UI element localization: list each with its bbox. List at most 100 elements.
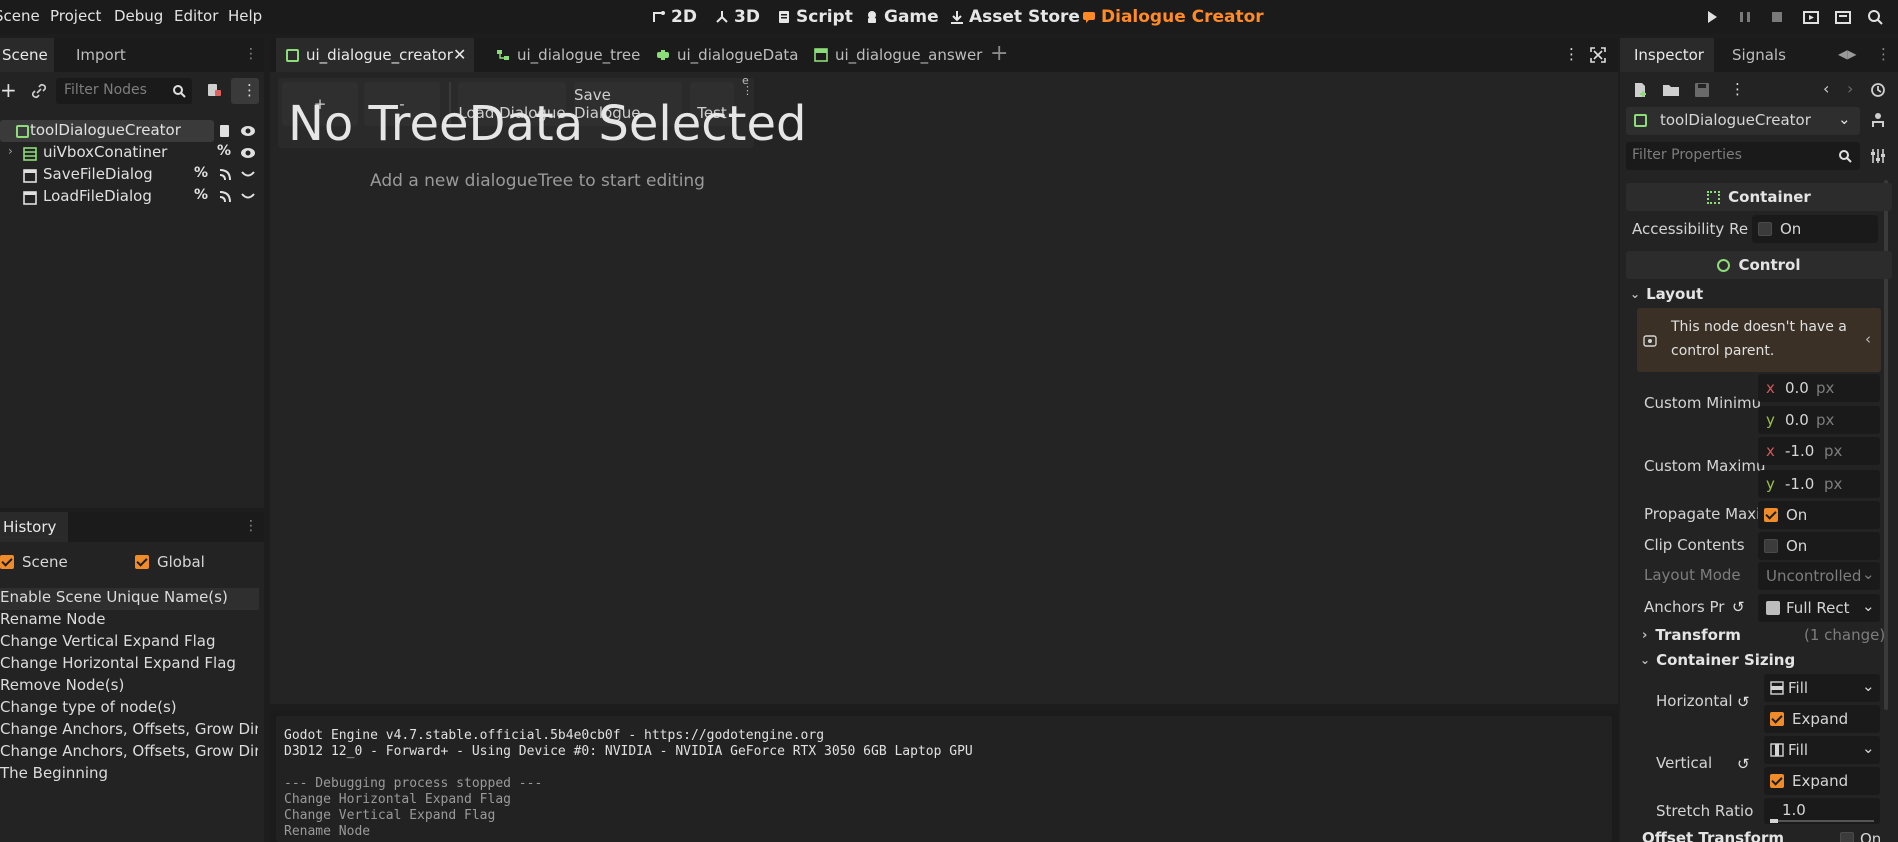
dock-menu-icon[interactable]: ⋮ bbox=[244, 46, 258, 62]
filter-nodes-input[interactable]: Filter Nodes bbox=[56, 78, 192, 104]
menu-scene[interactable]: Scene bbox=[0, 7, 40, 25]
history-item[interactable]: Change Anchors, Offsets, Grow Direc... bbox=[0, 720, 258, 742]
layout-mode-select[interactable]: Uncontrolled ⌄ bbox=[1758, 562, 1880, 590]
unique-name-icon[interactable]: % bbox=[194, 187, 208, 203]
tab-import[interactable]: Import bbox=[76, 38, 126, 72]
tab-scene[interactable]: Scene bbox=[0, 38, 54, 72]
history-scene-checkbox[interactable]: Scene bbox=[0, 553, 80, 571]
history-item[interactable]: Remove Node(s) bbox=[0, 676, 258, 698]
horizontal-expand-toggle[interactable]: Expand bbox=[1764, 705, 1880, 733]
offset-transform-toggle[interactable]: On bbox=[1840, 830, 1881, 842]
tab-options-icon[interactable]: ⋮ bbox=[1564, 45, 1579, 63]
custom-maximum-x-field[interactable]: x -1.0 px bbox=[1758, 437, 1880, 465]
tree-node-save-dialog[interactable]: SaveFileDialog bbox=[0, 164, 214, 186]
history-item[interactable]: Change Vertical Expand Flag bbox=[0, 632, 258, 654]
signal-icon[interactable] bbox=[218, 190, 232, 204]
dock-menu-icon[interactable]: ⋮ bbox=[244, 518, 258, 534]
menu-project[interactable]: Project bbox=[50, 7, 101, 25]
attach-script-icon[interactable] bbox=[206, 82, 222, 98]
transform-group-header[interactable]: › Transform bbox=[1642, 626, 1741, 644]
history-back-icon[interactable]: ‹ bbox=[1823, 79, 1829, 98]
propagate-maximum-toggle[interactable]: On bbox=[1758, 501, 1880, 529]
dock-move-icon[interactable]: ◀▶ bbox=[1838, 47, 1856, 61]
history-item[interactable]: Change Horizontal Expand Flag bbox=[0, 654, 258, 676]
filter-properties-input[interactable]: Filter Properties bbox=[1626, 142, 1860, 170]
expand-arrow-icon[interactable]: › bbox=[8, 144, 13, 158]
add-tab-icon[interactable]: + bbox=[990, 41, 1008, 66]
tab-inspector[interactable]: Inspector bbox=[1620, 38, 1714, 72]
custom-minimum-x-field[interactable]: x 0.0 px bbox=[1758, 374, 1880, 402]
open-folder-icon[interactable] bbox=[1662, 82, 1680, 98]
history-item[interactable]: Rename Node bbox=[0, 610, 258, 632]
unique-name-icon[interactable]: % bbox=[194, 165, 208, 181]
slider-grabber[interactable] bbox=[1770, 819, 1778, 823]
fullscreen-icon[interactable] bbox=[1590, 47, 1606, 63]
visibility-eye-icon[interactable] bbox=[240, 146, 256, 160]
toolbar-overflow-icon[interactable]: e ⋮ bbox=[742, 75, 753, 96]
add-node-icon[interactable]: + bbox=[0, 78, 17, 102]
visibility-closed-icon[interactable] bbox=[241, 170, 255, 180]
reset-icon[interactable]: ↺ bbox=[1737, 755, 1750, 773]
control-section-header[interactable]: Control bbox=[1626, 251, 1892, 279]
custom-minimum-y-field[interactable]: y 0.0 px bbox=[1758, 406, 1880, 434]
history-item[interactable]: Change type of node(s) bbox=[0, 698, 258, 720]
new-resource-icon[interactable] bbox=[1632, 82, 1648, 98]
node-hierarchy-icon[interactable] bbox=[1870, 112, 1886, 128]
collapse-warning-icon[interactable]: ‹ bbox=[1865, 330, 1871, 348]
accessibility-toggle[interactable]: On bbox=[1752, 215, 1878, 243]
object-history-icon[interactable] bbox=[1870, 82, 1886, 98]
workspace-dialogue-creator-button[interactable]: Dialogue Creator bbox=[1082, 6, 1264, 28]
editor-tab-dialogue-data[interactable]: ui_dialogueData bbox=[656, 38, 798, 72]
menu-help[interactable]: Help bbox=[228, 7, 262, 25]
horizontal-fill-select[interactable]: Fill ⌄ bbox=[1764, 674, 1880, 702]
workspace-script-button[interactable]: Script bbox=[777, 6, 853, 28]
workspace-2d-button[interactable]: 2D bbox=[652, 6, 697, 28]
tree-node-root[interactable]: toolDialogueCreator bbox=[0, 120, 214, 142]
scene-options-button[interactable]: ⋮ bbox=[231, 78, 259, 104]
editor-tab-dialogue-creator[interactable]: ui_dialogue_creator ✕ bbox=[276, 38, 474, 72]
tab-history[interactable]: History bbox=[0, 512, 68, 542]
tab-signals[interactable]: Signals bbox=[1732, 38, 1786, 72]
save-icon[interactable] bbox=[1694, 82, 1710, 98]
history-item[interactable]: Change Anchors, Offsets, Grow Direc... bbox=[0, 742, 258, 764]
script-icon[interactable] bbox=[218, 124, 232, 138]
stop-icon[interactable] bbox=[1768, 8, 1786, 26]
inspected-node-selector[interactable]: toolDialogueCreator ⌄ bbox=[1626, 107, 1860, 135]
vertical-fill-select[interactable]: Fill ⌄ bbox=[1764, 736, 1880, 764]
resource-options-icon[interactable]: ⋮ bbox=[1730, 80, 1745, 98]
reset-icon[interactable]: ↺ bbox=[1732, 598, 1745, 616]
history-forward-icon[interactable]: › bbox=[1847, 79, 1853, 98]
close-icon[interactable]: ✕ bbox=[453, 45, 466, 64]
visibility-eye-icon[interactable] bbox=[240, 124, 256, 138]
play-icon[interactable] bbox=[1703, 8, 1721, 26]
menu-debug[interactable]: Debug bbox=[114, 7, 163, 25]
history-item[interactable]: Enable Scene Unique Name(s) bbox=[0, 588, 258, 610]
editor-tab-dialogue-tree[interactable]: ui_dialogue_tree bbox=[496, 38, 640, 72]
property-settings-icon[interactable] bbox=[1870, 148, 1886, 164]
menu-editor[interactable]: Editor bbox=[174, 7, 218, 25]
vertical-expand-toggle[interactable]: Expand bbox=[1764, 767, 1880, 795]
container-section-header[interactable]: Container bbox=[1626, 183, 1892, 211]
link-icon[interactable] bbox=[31, 83, 47, 99]
editor-tab-dialogue-answer[interactable]: ui_dialogue_answer bbox=[814, 38, 982, 72]
unique-name-icon[interactable]: % bbox=[217, 143, 231, 159]
clip-contents-toggle[interactable]: On bbox=[1758, 532, 1880, 560]
signal-icon[interactable] bbox=[218, 168, 232, 182]
anchors-preset-select[interactable]: Full Rect ⌄ bbox=[1758, 594, 1880, 622]
history-global-checkbox[interactable]: Global bbox=[135, 553, 225, 571]
history-item[interactable]: The Beginning bbox=[0, 764, 258, 786]
dock-menu-icon[interactable]: ⋮ bbox=[1876, 45, 1891, 63]
layout-group-header[interactable]: ⌄ Layout bbox=[1630, 285, 1703, 303]
reset-icon[interactable]: ↺ bbox=[1737, 693, 1750, 711]
run-current-scene-icon[interactable] bbox=[1802, 8, 1820, 26]
stretch-ratio-slider[interactable]: 1.0 bbox=[1764, 798, 1880, 824]
workspace-3d-button[interactable]: 3D bbox=[715, 6, 760, 28]
workspace-asset-store-button[interactable]: Asset Store bbox=[950, 6, 1080, 28]
tree-node-load-dialog[interactable]: LoadFileDialog bbox=[0, 186, 214, 208]
custom-maximum-y-field[interactable]: y -1.0 px bbox=[1758, 470, 1880, 498]
movie-maker-icon[interactable] bbox=[1866, 8, 1884, 26]
run-custom-scene-icon[interactable] bbox=[1834, 8, 1852, 26]
container-sizing-header[interactable]: ⌄ Container Sizing bbox=[1640, 651, 1795, 669]
visibility-closed-icon[interactable] bbox=[241, 192, 255, 202]
workspace-game-button[interactable]: Game bbox=[865, 6, 939, 28]
